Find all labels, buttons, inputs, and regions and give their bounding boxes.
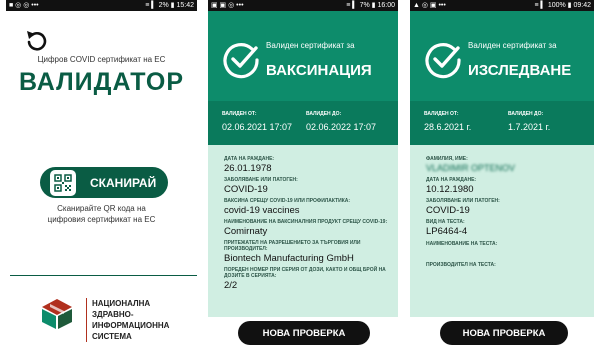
detail-value: COVID-19 bbox=[426, 205, 470, 216]
detail-field: НАИМЕНОВАНИЕ НА ВАКСИНАЛНИЯ ПРОДУКТ СРЕЩ… bbox=[224, 219, 390, 237]
detail-field: ВИД НА ТЕСТА: LP6464-4 bbox=[426, 219, 586, 237]
detail-value: 26.01.1978 bbox=[224, 163, 272, 174]
status-icons-left: ▲ ◎ ▣ ••• bbox=[413, 2, 446, 9]
certificate-header: Валиден сертификат за ВАКСИНАЦИЯ ВАЛИДЕН… bbox=[208, 11, 398, 145]
detail-label: НАИМЕНОВАНИЕ НА ТЕСТА: bbox=[426, 241, 498, 247]
status-bar: ▣ ▣ ◎ ••• ≡ ▍ 7% ▮ 16:00 bbox=[208, 0, 398, 11]
valid-from-label: ВАЛИДЕН ОТ: bbox=[222, 111, 257, 117]
valid-to-value: 02.06.2022 17:07 bbox=[306, 122, 377, 132]
nzis-logo-icon bbox=[42, 299, 72, 329]
scan-hint-line-1: Сканирайте QR кода на bbox=[57, 204, 146, 213]
org-line-3: СИСТЕМА bbox=[92, 332, 132, 341]
header-caption: Валиден сертификат за bbox=[468, 41, 557, 50]
detail-label: ДАТА НА РАЖДАНЕ: bbox=[426, 177, 477, 183]
detail-label: ПРИТЕЖАТЕЛ НА РАЗРЕШЕНИЕТО ЗА ТЪРГОВИЯ И… bbox=[224, 240, 361, 252]
detail-field: ПРОИЗВОДИТЕЛ НА ТЕСТА: bbox=[426, 262, 586, 268]
status-icons-left: ■ ◎ ◎ ••• bbox=[9, 2, 39, 9]
detail-field: НАИМЕНОВАНИЕ НА ТЕСТА: bbox=[426, 241, 586, 258]
status-icons-right: ≡ ▍ 100% ▮ 09:42 bbox=[534, 2, 591, 9]
valid-to-label: ВАЛИДЕН ДО: bbox=[306, 111, 342, 117]
detail-label: ПОРЕДЕН НОМЕР ПРИ СЕРИЯ ОТ ДОЗИ, КАКТО И… bbox=[224, 267, 386, 279]
status-icons-right: ≡ ▍ 7% ▮ 16:00 bbox=[346, 2, 395, 9]
status-bar: ▲ ◎ ▣ ••• ≡ ▍ 100% ▮ 09:42 bbox=[410, 0, 594, 11]
valid-check-icon bbox=[223, 43, 259, 79]
valid-to-label: ВАЛИДЕН ДО: bbox=[508, 111, 544, 117]
name-label: ФАМИЛИЯ, ИМЕ: bbox=[426, 156, 468, 162]
validity-band: ВАЛИДЕН ОТ: 02.06.2021 17:07 ВАЛИДЕН ДО:… bbox=[208, 101, 398, 145]
detail-value: Biontech Manufacturing GmbH bbox=[224, 253, 354, 264]
app-subtitle: Цифров COVID сертификат на ЕС bbox=[37, 55, 166, 64]
detail-field: ВАКСИНА СРЕЩУ COVID-19 ИЛИ ПРОФИЛАКТИКА:… bbox=[224, 198, 390, 216]
valid-to-value: 1.7.2021 г. bbox=[508, 122, 551, 132]
org-line-2: ЗДРАВНО-ИНФОРМАЦИОННА bbox=[92, 310, 170, 330]
detail-value: Comirnaty bbox=[224, 226, 268, 237]
detail-field: ЗАБОЛЯВАНЕ ИЛИ ПАТОГЕН: COVID-19 bbox=[426, 198, 586, 216]
organization-name: НАЦИОНАЛНА ЗДРАВНО-ИНФОРМАЦИОННА СИСТЕМА bbox=[86, 298, 197, 342]
detail-field: ДАТА НА РАЖДАНЕ: 26.01.1978 bbox=[224, 156, 390, 174]
refresh-back-icon[interactable] bbox=[24, 30, 48, 52]
valid-from-value: 28.6.2021 г. bbox=[424, 122, 472, 132]
scan-button-label: СКАНИРАЙ bbox=[90, 175, 157, 190]
certificate-header: Валиден сертификат за ИЗСЛЕДВАНЕ ВАЛИДЕН… bbox=[410, 11, 594, 145]
detail-value: 10.12.1980 bbox=[426, 184, 474, 195]
status-bar: ■ ◎ ◎ ••• ≡ ▍ 2% ▮ 15:42 bbox=[6, 0, 197, 11]
valid-check-icon bbox=[425, 43, 461, 79]
certificate-type: ИЗСЛЕДВАНЕ bbox=[468, 62, 572, 79]
detail-label: ЗАБОЛЯВАНЕ ИЛИ ПАТОГЕН: bbox=[426, 198, 500, 204]
detail-field: ПРИТЕЖАТЕЛ НА РАЗРЕШЕНИЕТО ЗА ТЪРГОВИЯ И… bbox=[224, 240, 390, 264]
vaccination-certificate-screen: ▣ ▣ ◎ ••• ≡ ▍ 7% ▮ 16:00 Валиден сертифи… bbox=[208, 0, 398, 347]
detail-value: 2/2 bbox=[224, 280, 238, 291]
detail-field: ЗАБОЛЯВАНЕ ИЛИ ПАТОГЕН: COVID-19 bbox=[224, 177, 390, 195]
detail-label: ЗАБОЛЯВАНЕ ИЛИ ПАТОГЕН: bbox=[224, 177, 298, 183]
divider bbox=[10, 275, 197, 276]
scan-hint: Сканирайте QR кода на цифровия сертифика… bbox=[6, 203, 197, 225]
validity-band: ВАЛИДЕН ОТ: 28.6.2021 г. ВАЛИДЕН ДО: 1.7… bbox=[410, 101, 594, 145]
name-value-blurred: VLADIMIR OPTENOV bbox=[426, 163, 516, 173]
detail-value: LP6464-4 bbox=[426, 226, 468, 237]
certificate-details: ДАТА НА РАЖДАНЕ: 26.01.1978 ЗАБОЛЯВАНЕ И… bbox=[224, 153, 390, 291]
detail-label: ДАТА НА РАЖДАНЕ: bbox=[224, 156, 275, 162]
org-line-1: НАЦИОНАЛНА bbox=[92, 299, 151, 308]
status-icons-left: ▣ ▣ ◎ ••• bbox=[211, 2, 244, 9]
status-icons-right: ≡ ▍ 2% ▮ 15:42 bbox=[145, 2, 194, 9]
new-check-button[interactable]: НОВА ПРОВЕРКА bbox=[440, 321, 568, 345]
name-field: ФАМИЛИЯ, ИМЕ: VLADIMIR OPTENOV bbox=[426, 156, 586, 174]
certificate-details: ФАМИЛИЯ, ИМЕ: VLADIMIR OPTENOV ДАТА НА Р… bbox=[426, 153, 586, 269]
detail-value: covid-19 vaccines bbox=[224, 205, 300, 216]
test-certificate-screen: ▲ ◎ ▣ ••• ≡ ▍ 100% ▮ 09:42 Валиден серти… bbox=[410, 0, 594, 347]
scan-button[interactable]: СКАНИРАЙ bbox=[40, 167, 168, 198]
certificate-type: ВАКСИНАЦИЯ bbox=[266, 62, 372, 79]
detail-value: COVID-19 bbox=[224, 184, 268, 195]
detail-value bbox=[426, 248, 586, 258]
detail-label: ВИД НА ТЕСТА: bbox=[426, 219, 465, 225]
detail-label: НАИМЕНОВАНИЕ НА ВАКСИНАЛНИЯ ПРОДУКТ СРЕЩ… bbox=[224, 219, 388, 225]
valid-from-value: 02.06.2021 17:07 bbox=[222, 122, 293, 132]
validator-home-screen: ■ ◎ ◎ ••• ≡ ▍ 2% ▮ 15:42 Цифров COVID се… bbox=[6, 0, 197, 347]
detail-field: ДАТА НА РАЖДАНЕ: 10.12.1980 bbox=[426, 177, 586, 195]
app-title: ВАЛИДАТОР bbox=[18, 68, 185, 96]
detail-label: ПРОИЗВОДИТЕЛ НА ТЕСТА: bbox=[426, 262, 496, 268]
valid-from-label: ВАЛИДЕН ОТ: bbox=[424, 111, 459, 117]
qr-code-icon bbox=[50, 169, 76, 196]
detail-label: ВАКСИНА СРЕЩУ COVID-19 ИЛИ ПРОФИЛАКТИКА: bbox=[224, 198, 351, 204]
scan-hint-line-2: цифровия сертификат на ЕС bbox=[47, 215, 156, 224]
detail-field: ПОРЕДЕН НОМЕР ПРИ СЕРИЯ ОТ ДОЗИ, КАКТО И… bbox=[224, 267, 390, 291]
new-check-button[interactable]: НОВА ПРОВЕРКА bbox=[238, 321, 370, 345]
header-caption: Валиден сертификат за bbox=[266, 41, 355, 50]
